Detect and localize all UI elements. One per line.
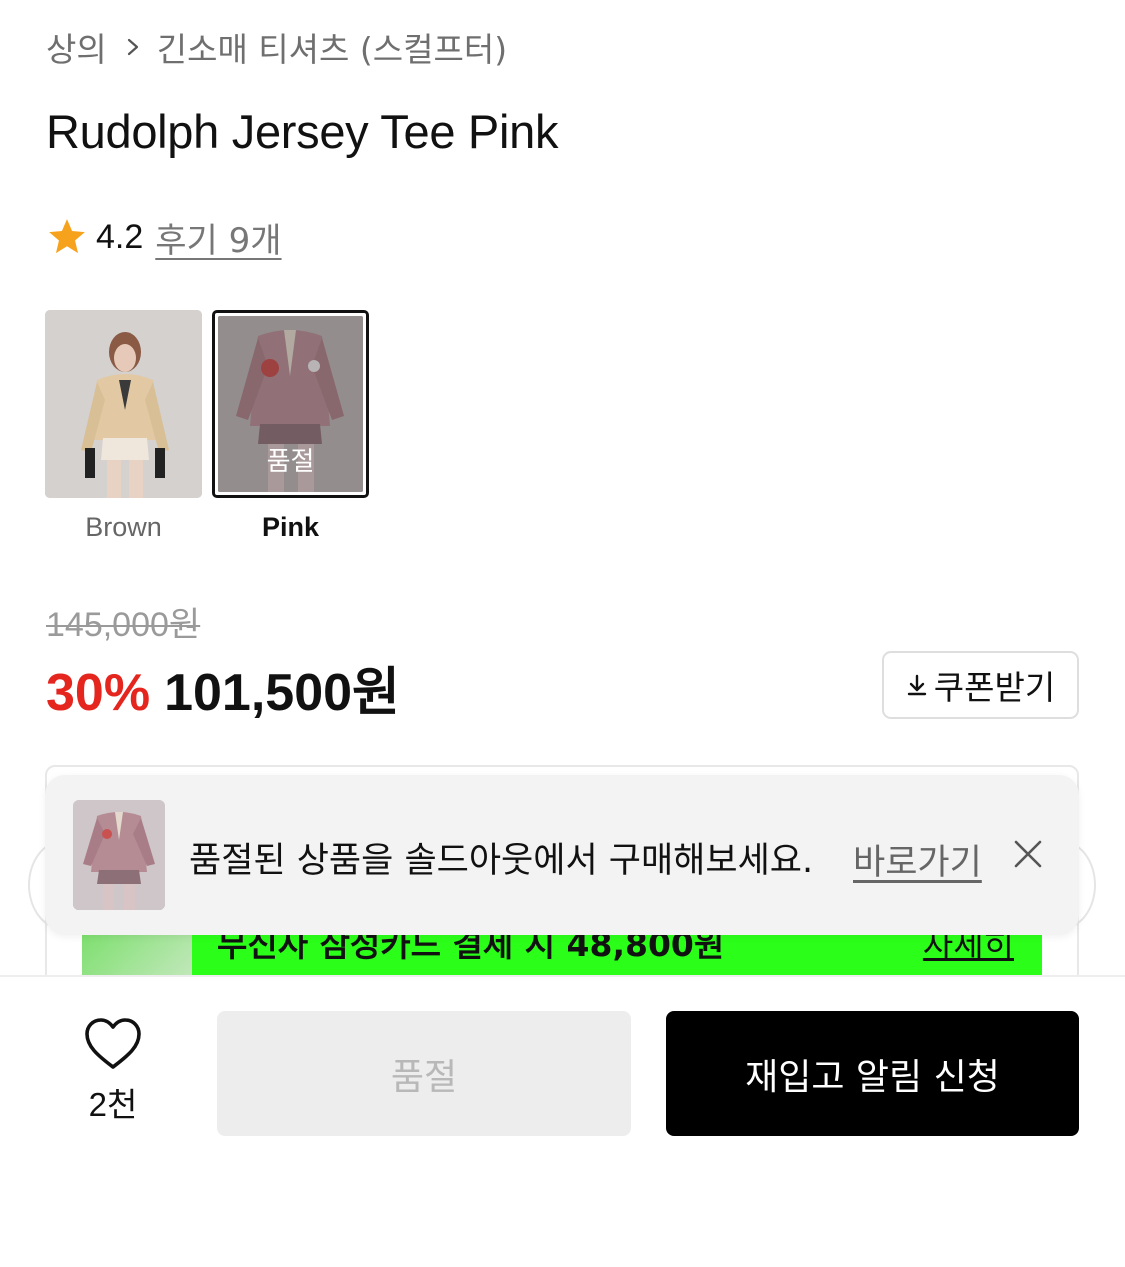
breadcrumb: 상의 긴소매 티셔츠 (스컬프터) <box>46 23 507 71</box>
soldout-button[interactable]: 품절 <box>217 1011 631 1136</box>
color-label-pink: Pink <box>261 512 320 542</box>
heart-icon <box>85 1018 141 1069</box>
reviews-link[interactable]: 후기 9개 <box>155 213 281 262</box>
product-title: Rudolph Jersey Tee Pink <box>46 105 559 158</box>
restock-alert-button[interactable]: 재입고 알림 신청 <box>666 1011 1079 1136</box>
discount-rate: 30% <box>46 664 151 722</box>
price-row: 30% 101,500원 <box>46 650 400 725</box>
rating-row: 4.2 후기 9개 <box>46 213 282 262</box>
breadcrumb-category[interactable]: 상의 <box>46 23 107 71</box>
toast-message: 품절된 상품을 솔드아웃에서 구매해보세요. <box>189 841 814 881</box>
final-price: 101,500원 <box>164 664 400 722</box>
star-icon <box>46 216 88 258</box>
coupon-label: 쿠폰받기 <box>933 668 1056 707</box>
breadcrumb-subcategory[interactable]: 긴소매 티셔츠 (스컬프터) <box>157 23 507 71</box>
brown-product-image <box>45 310 202 498</box>
color-option-pink[interactable]: 품절 <box>212 310 369 498</box>
chevron-right-icon <box>123 37 143 57</box>
close-icon[interactable] <box>1011 837 1045 871</box>
like-button[interactable]: 2천 <box>80 1016 146 1126</box>
original-price: 145,000원 <box>46 606 201 644</box>
soldout-toast: 품절된 상품을 솔드아웃에서 구매해보세요. 바로가기 <box>45 775 1079 935</box>
soldout-badge: 품절 <box>266 447 315 477</box>
coupon-download-button[interactable]: 쿠폰받기 <box>882 651 1079 719</box>
color-label-brown: Brown <box>85 512 162 542</box>
download-icon <box>907 674 926 696</box>
toast-product-thumbnail <box>73 800 165 910</box>
color-option-brown[interactable] <box>45 310 202 498</box>
toast-go-link[interactable]: 바로가기 <box>853 834 982 885</box>
like-count: 2천 <box>88 1086 138 1123</box>
rating-score: 4.2 <box>96 217 144 256</box>
